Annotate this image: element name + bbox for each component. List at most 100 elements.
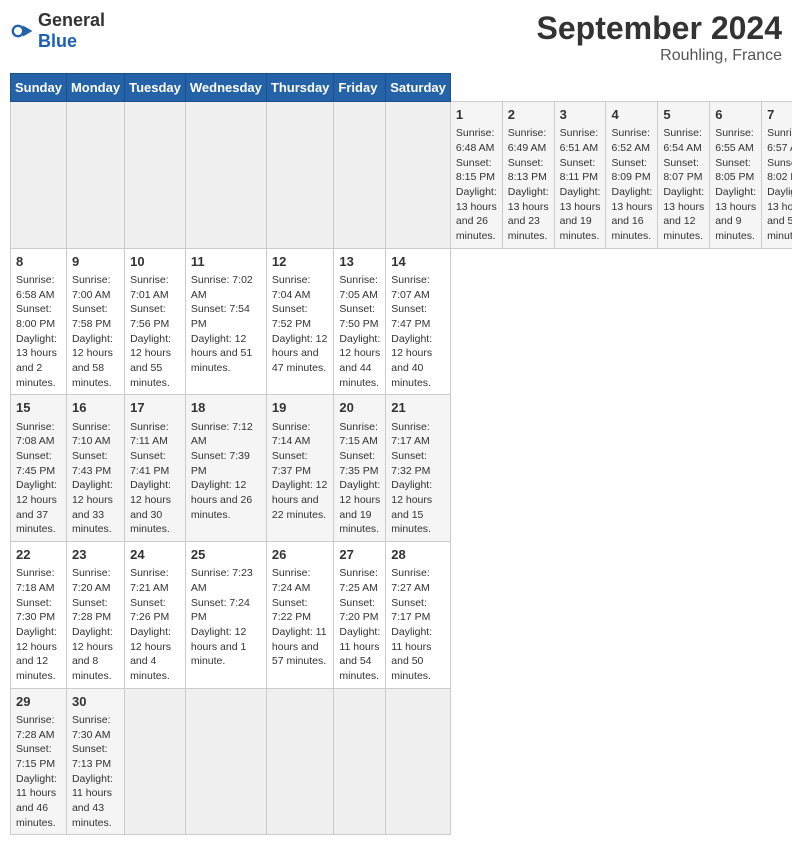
- calendar-cell: 11 Sunrise: 7:02 AMSunset: 7:54 PMDayligh…: [185, 248, 266, 395]
- day-number: 17: [130, 399, 180, 417]
- calendar-cell: 6 Sunrise: 6:55 AMSunset: 8:05 PMDaylight…: [710, 102, 762, 249]
- day-number: 25: [191, 546, 261, 564]
- logo-icon: [10, 19, 34, 43]
- calendar-cell: 9 Sunrise: 7:00 AMSunset: 7:58 PMDaylight…: [66, 248, 124, 395]
- location-title: Rouhling, France: [537, 47, 782, 65]
- day-number: 20: [339, 399, 380, 417]
- week-row-2: 8 Sunrise: 6:58 AMSunset: 8:00 PMDaylight…: [11, 248, 792, 395]
- calendar-cell: 20 Sunrise: 7:15 AMSunset: 7:35 PMDayligh…: [334, 395, 386, 542]
- calendar-cell: 22Sunrise: 7:18 AMSunset: 7:30 PMDayligh…: [11, 542, 67, 689]
- calendar-cell: 15Sunrise: 7:08 AMSunset: 7:45 PMDayligh…: [11, 395, 67, 542]
- day-number: 23: [72, 546, 119, 564]
- calendar-cell: 13Sunrise: 7:05 AMSunset: 7:50 PMDayligh…: [334, 248, 386, 395]
- calendar-cell: [386, 688, 451, 835]
- day-number: 1: [456, 106, 497, 124]
- calendar-cell: 25 Sunrise: 7:23 AMSunset: 7:24 PMDayligh…: [185, 542, 266, 689]
- calendar-cell: [125, 688, 186, 835]
- week-row-5: 29 Sunrise: 7:28 AMSunset: 7:15 PMDayligh…: [11, 688, 792, 835]
- day-number: 28: [391, 546, 445, 564]
- week-row-1: 1 Sunrise: 6:48 AMSunset: 8:15 PMDaylight…: [11, 102, 792, 249]
- day-info: Sunrise: 7:04 AMSunset: 7:52 PMDaylight:…: [272, 273, 329, 376]
- day-info: Sunrise: 7:24 AMSunset: 7:22 PMDaylight:…: [272, 566, 329, 669]
- day-number: 27: [339, 546, 380, 564]
- day-number: 26: [272, 546, 329, 564]
- day-info: Sunrise: 7:10 AMSunset: 7:43 PMDaylight:…: [72, 420, 119, 538]
- calendar-cell: 21Sunrise: 7:17 AMSunset: 7:32 PMDayligh…: [386, 395, 451, 542]
- calendar-cell: 7 Sunrise: 6:57 AMSunset: 8:02 PMDaylight…: [762, 102, 792, 249]
- calendar-cell: [266, 688, 334, 835]
- day-info: Sunrise: 7:15 AMSunset: 7:35 PMDaylight:…: [339, 420, 380, 538]
- logo: General Blue: [10, 10, 105, 52]
- calendar-cell: 14Sunrise: 7:07 AMSunset: 7:47 PMDayligh…: [386, 248, 451, 395]
- day-info: Sunrise: 7:14 AMSunset: 7:37 PMDaylight:…: [272, 420, 329, 523]
- calendar-cell: [66, 102, 124, 249]
- day-info: Sunrise: 7:11 AMSunset: 7:41 PMDaylight:…: [130, 420, 180, 538]
- day-info: Sunrise: 7:07 AMSunset: 7:47 PMDaylight:…: [391, 273, 445, 391]
- day-info: Sunrise: 7:08 AMSunset: 7:45 PMDaylight:…: [16, 420, 61, 538]
- day-info: Sunrise: 7:25 AMSunset: 7:20 PMDaylight:…: [339, 566, 380, 684]
- calendar-cell: 2Sunrise: 6:49 AMSunset: 8:13 PMDaylight…: [502, 102, 554, 249]
- title-area: September 2024 Rouhling, France: [537, 10, 782, 65]
- week-row-4: 22Sunrise: 7:18 AMSunset: 7:30 PMDayligh…: [11, 542, 792, 689]
- day-number: 10: [130, 253, 180, 271]
- day-number: 11: [191, 253, 261, 271]
- calendar-cell: 30Sunrise: 7:30 AMSunset: 7:13 PMDayligh…: [66, 688, 124, 835]
- calendar-cell: 12 Sunrise: 7:04 AMSunset: 7:52 PMDayligh…: [266, 248, 334, 395]
- day-header-thursday: Thursday: [266, 74, 334, 102]
- day-info: Sunrise: 7:30 AMSunset: 7:13 PMDaylight:…: [72, 713, 119, 831]
- day-info: Sunrise: 6:48 AMSunset: 8:15 PMDaylight:…: [456, 126, 497, 244]
- logo-general-text: General: [38, 10, 105, 30]
- day-info: Sunrise: 7:00 AMSunset: 7:58 PMDaylight:…: [72, 273, 119, 391]
- logo-blue-text: Blue: [38, 31, 77, 51]
- calendar-cell: 4 Sunrise: 6:52 AMSunset: 8:09 PMDaylight…: [606, 102, 658, 249]
- day-number: 13: [339, 253, 380, 271]
- calendar-cell: 10 Sunrise: 7:01 AMSunset: 7:56 PMDayligh…: [125, 248, 186, 395]
- day-number: 6: [715, 106, 756, 124]
- day-number: 4: [611, 106, 652, 124]
- calendar-cell: 24Sunrise: 7:21 AMSunset: 7:26 PMDayligh…: [125, 542, 186, 689]
- day-number: 7: [767, 106, 792, 124]
- day-header-sunday: Sunday: [11, 74, 67, 102]
- day-number: 18: [191, 399, 261, 417]
- day-number: 2: [508, 106, 549, 124]
- day-number: 19: [272, 399, 329, 417]
- calendar-cell: [334, 102, 386, 249]
- day-number: 12: [272, 253, 329, 271]
- day-info: Sunrise: 6:58 AMSunset: 8:00 PMDaylight:…: [16, 273, 61, 391]
- day-number: 16: [72, 399, 119, 417]
- day-info: Sunrise: 7:20 AMSunset: 7:28 PMDaylight:…: [72, 566, 119, 684]
- header: General Blue September 2024 Rouhling, Fr…: [10, 10, 782, 65]
- day-info: Sunrise: 7:28 AMSunset: 7:15 PMDaylight:…: [16, 713, 61, 831]
- day-info: Sunrise: 7:01 AMSunset: 7:56 PMDaylight:…: [130, 273, 180, 391]
- calendar-cell: [334, 688, 386, 835]
- calendar-cell: 17 Sunrise: 7:11 AMSunset: 7:41 PMDayligh…: [125, 395, 186, 542]
- month-title: September 2024: [537, 10, 782, 47]
- day-number: 21: [391, 399, 445, 417]
- calendar-cell: 18Sunrise: 7:12 AMSunset: 7:39 PMDayligh…: [185, 395, 266, 542]
- week-row-3: 15Sunrise: 7:08 AMSunset: 7:45 PMDayligh…: [11, 395, 792, 542]
- calendar-cell: [185, 102, 266, 249]
- calendar-cell: [266, 102, 334, 249]
- day-info: Sunrise: 6:55 AMSunset: 8:05 PMDaylight:…: [715, 126, 756, 244]
- day-info: Sunrise: 7:02 AMSunset: 7:54 PMDaylight:…: [191, 273, 261, 376]
- day-header-tuesday: Tuesday: [125, 74, 186, 102]
- day-info: Sunrise: 7:23 AMSunset: 7:24 PMDaylight:…: [191, 566, 261, 669]
- calendar-cell: 16 Sunrise: 7:10 AMSunset: 7:43 PMDayligh…: [66, 395, 124, 542]
- calendar-cell: 28Sunrise: 7:27 AMSunset: 7:17 PMDayligh…: [386, 542, 451, 689]
- calendar-cell: 29 Sunrise: 7:28 AMSunset: 7:15 PMDayligh…: [11, 688, 67, 835]
- calendar-cell: [386, 102, 451, 249]
- day-info: Sunrise: 6:57 AMSunset: 8:02 PMDaylight:…: [767, 126, 792, 244]
- calendar-cell: 19 Sunrise: 7:14 AMSunset: 7:37 PMDayligh…: [266, 395, 334, 542]
- calendar-cell: [185, 688, 266, 835]
- day-info: Sunrise: 6:52 AMSunset: 8:09 PMDaylight:…: [611, 126, 652, 244]
- day-info: Sunrise: 6:51 AMSunset: 8:11 PMDaylight:…: [560, 126, 601, 244]
- day-number: 24: [130, 546, 180, 564]
- calendar-cell: [125, 102, 186, 249]
- day-number: 29: [16, 693, 61, 711]
- header-row: SundayMondayTuesdayWednesdayThursdayFrid…: [11, 74, 792, 102]
- day-number: 8: [16, 253, 61, 271]
- day-number: 3: [560, 106, 601, 124]
- calendar-cell: 5Sunrise: 6:54 AMSunset: 8:07 PMDaylight…: [658, 102, 710, 249]
- calendar-cell: 1 Sunrise: 6:48 AMSunset: 8:15 PMDaylight…: [450, 102, 502, 249]
- day-number: 9: [72, 253, 119, 271]
